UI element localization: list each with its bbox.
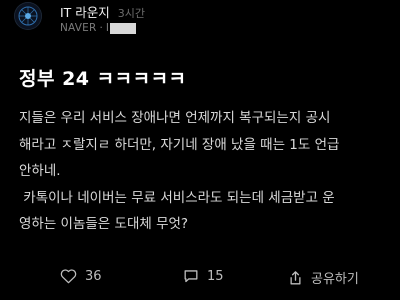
comment-button[interactable]: 15 — [183, 268, 224, 284]
comment-icon — [183, 268, 199, 284]
header-text: IT 라운지 3시간 NAVER · I — [60, 2, 145, 35]
post-title: 정부 24 ㅋㅋㅋㅋㅋ — [19, 68, 187, 90]
post-actions: 36 15 공유하기 — [0, 262, 400, 292]
author-prefix: I — [105, 22, 110, 34]
heart-icon — [60, 268, 77, 284]
share-button[interactable]: 공유하기 — [288, 268, 359, 287]
post-body-line: 지들은 우리 서비스 장애나면 언제까지 복구되는지 공시 — [19, 110, 331, 126]
share-icon — [288, 270, 303, 286]
post-body: 지들은 우리 서비스 장애나면 언제까지 복구되는지 공시 해라고 ㅈ랄지ㄹ 하… — [19, 105, 384, 238]
post-header: IT 라운지 3시간 NAVER · I — [14, 2, 386, 36]
post-time: 3시간 — [117, 7, 146, 20]
group-avatar[interactable] — [14, 2, 42, 30]
post-body-line: 카톡이나 네이버는 무료 서비스라도 되는데 세금받고 운 — [19, 189, 335, 206]
post-body-line: 안하네. — [19, 163, 61, 179]
separator-dot: · — [99, 22, 103, 34]
source-label: NAVER — [60, 22, 97, 34]
comment-count: 15 — [207, 268, 224, 284]
group-name[interactable]: IT 라운지 — [60, 2, 110, 21]
like-button[interactable]: 36 — [60, 268, 102, 284]
redacted-author-name — [110, 22, 137, 34]
share-label: 공유하기 — [311, 272, 359, 287]
like-count: 36 — [85, 268, 102, 284]
post-body-line: 영하는 이놈들은 도대체 무엇? — [19, 216, 189, 232]
post-body-line: 해라고 ㅈ랄지ㄹ 하더만, 자기네 장애 났을 때는 1도 언급 — [19, 136, 340, 153]
